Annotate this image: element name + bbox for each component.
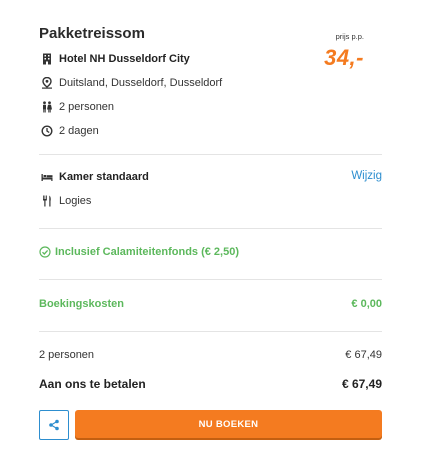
inclusive-text: Inclusief Calamiteitenfonds (€ 2,50) — [55, 246, 239, 258]
location-text: Duitsland, Dusseldorf, Dusseldorf — [59, 77, 223, 89]
duration-text: 2 dagen — [59, 125, 99, 137]
bed-icon — [39, 169, 55, 185]
map-pin-icon — [39, 75, 55, 91]
divider — [39, 279, 382, 280]
pay-total-value: € 67,49 — [341, 377, 382, 391]
pay-total-label: Aan ons te betalen — [39, 377, 146, 391]
booking-costs-value: € 0,00 — [351, 298, 382, 310]
price-per-person: 34,- — [324, 45, 364, 70]
booking-costs-label: Boekingskosten — [39, 298, 124, 310]
divider — [39, 154, 382, 155]
check-circle-icon — [39, 246, 51, 258]
duration-row: 2 dagen — [39, 123, 99, 139]
board-row: Logies — [39, 193, 91, 209]
share-icon — [48, 419, 60, 431]
hotel-name: Hotel NH Dusseldorf City — [59, 53, 190, 65]
inclusive-row: Inclusief Calamiteitenfonds (€ 2,50) — [39, 246, 239, 258]
persons-row: 2 personen — [39, 99, 114, 115]
building-icon — [39, 51, 55, 67]
clock-icon — [39, 123, 55, 139]
hotel-row: Hotel NH Dusseldorf City — [39, 51, 190, 67]
room-type: Kamer standaard — [59, 171, 149, 183]
price-label: prijs p.p. — [335, 32, 364, 41]
cutlery-icon — [39, 193, 55, 209]
persons-text: 2 personen — [59, 101, 115, 113]
book-now-button[interactable]: NU BOEKEN — [75, 410, 382, 438]
persons-total-value: € 67,49 — [345, 349, 382, 361]
share-button[interactable] — [39, 410, 69, 440]
change-room-link[interactable]: Wijzig — [351, 170, 382, 182]
divider — [39, 331, 382, 332]
summary-title: Pakketreissom — [39, 25, 145, 42]
people-icon — [39, 99, 55, 115]
board-text: Logies — [59, 195, 92, 207]
persons-total-label: 2 personen — [39, 349, 95, 361]
divider — [39, 228, 382, 229]
room-row: Kamer standaard — [39, 169, 149, 185]
location-row: Duitsland, Dusseldorf, Dusseldorf — [39, 75, 222, 91]
booking-summary-card: Pakketreissom prijs p.p. 34,- Hotel NH D… — [39, 0, 382, 463]
